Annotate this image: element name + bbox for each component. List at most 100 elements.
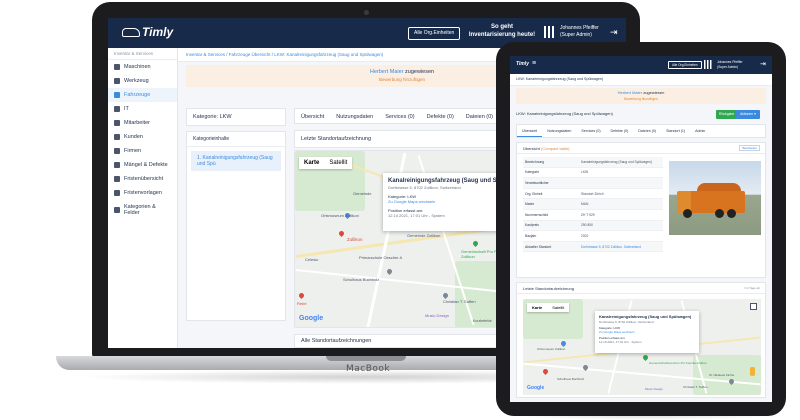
tablet-screen: Timly ≡ Alle Org.Einheiten Johannes Pfei… (510, 56, 772, 402)
tablet-assigned-user[interactable]: Herbert Maier (618, 90, 642, 95)
tab[interactable]: Nutzungsdaten (330, 109, 379, 123)
sidebar-item[interactable]: Kunden (108, 130, 177, 144)
tablet-user-menu[interactable]: Johannes Pfeiffer (Super Admin) (717, 60, 743, 69)
tab[interactable]: Services (0) (576, 125, 605, 137)
sidebar-item[interactable]: Fristenvorlagen (108, 186, 177, 200)
sidebar-item[interactable]: Fahrzeuge (108, 88, 177, 102)
hamburger-menu-icon[interactable]: ≡ (532, 60, 536, 67)
logout-icon[interactable]: ⇥ (760, 60, 766, 68)
sidebar-item[interactable]: Fristenübersicht (108, 172, 177, 186)
tablet-org-unit-button[interactable]: Alle Org.Einheiten (668, 61, 702, 69)
tab[interactable]: Defekte (0) (606, 125, 634, 137)
tablet-logo[interactable]: Timly (516, 61, 529, 67)
assigned-user[interactable]: Herbert Maier (370, 69, 404, 75)
sidebar-item-label: Kategorien & Felder (124, 204, 156, 216)
user-menu[interactable]: Johannes Pfeiffer (Super Admin) (560, 25, 599, 39)
sidebar-item[interactable]: Mitarbeiter (108, 116, 177, 130)
vehicle-location-pin[interactable] (471, 239, 480, 248)
sidebar-item[interactable]: Mängel & Defekte (108, 158, 177, 172)
map-label: Ortsmuseum Zollikon (537, 347, 566, 351)
tab[interactable]: Übersicht (295, 109, 330, 123)
map-marker[interactable] (337, 229, 346, 238)
sidebar-item[interactable]: IT (108, 102, 177, 116)
map-type-karte[interactable]: Karte (527, 303, 547, 312)
map-type-karte[interactable]: Karte (299, 157, 324, 169)
sidebar-item[interactable]: Werkzeug (108, 74, 177, 88)
tablet-map-info-popup: Kanalreinigungsfahrzeug (Saug und Spülwa… (595, 311, 699, 353)
pegman-icon[interactable] (750, 367, 755, 376)
return-button[interactable]: Rückgabe (716, 110, 738, 119)
tablet-breadcrumb[interactable]: LKW: Kanalreinigungsfahrzeug (Saug und S… (510, 74, 772, 86)
map-canvas[interactable]: Ortsmuseum Zollikon Gemeinde Zollikon Pr… (295, 151, 523, 327)
users-icon (114, 134, 120, 140)
org-unit-button[interactable]: Alle Org.Einheiten (408, 27, 461, 40)
map-type-satellit[interactable]: Satellit (547, 303, 569, 312)
user-icon (114, 120, 120, 126)
table-key: Aktueller Standort (525, 244, 552, 249)
qr-code-icon[interactable] (704, 60, 713, 69)
tab[interactable]: Admin (690, 125, 710, 137)
overview-badge: (Compact table) (541, 146, 570, 151)
tablet-location-card: Letzte Standortaufzeichnung Ort Tage ab (516, 282, 766, 398)
map-type-satellit[interactable]: Satellit (324, 157, 352, 169)
table-value[interactable]: Dorfstrasse 5, 8702 Zollikon, Switzerlan… (581, 245, 663, 249)
qr-code-icon[interactable] (544, 26, 556, 38)
tablet-map-canvas[interactable]: Ortsmuseum Zollikon Schulhaus Buchholz C… (523, 299, 761, 395)
tab[interactable]: Dateien (0) (460, 109, 499, 123)
category-panel: Kategorie: LKW Kategorieinhalte 1. Kanal… (186, 108, 286, 348)
sidebar-item-label: IT (124, 106, 129, 112)
tablet-location-header: Letzte Standortaufzeichnung Ort Tage ab (517, 283, 765, 294)
promo-text[interactable]: So geht Inventarisierung heute! (462, 23, 542, 39)
table-key: Bezeichnung (525, 159, 545, 164)
tab[interactable]: Nutzungsdaten (542, 125, 576, 137)
tab[interactable]: Übersicht (517, 125, 543, 137)
actions-button[interactable]: Aktionen ▾ (736, 110, 760, 119)
logout-icon[interactable]: ⇥ (610, 27, 618, 38)
tab[interactable]: Dateien (0) (633, 125, 661, 137)
location-map[interactable]: Ortsmuseum Zollikon Gemeinde Zollikon Pr… (294, 150, 524, 328)
map-marker[interactable] (297, 291, 306, 300)
vehicle-location-pin[interactable] (641, 353, 650, 362)
vehicle-photo[interactable] (669, 161, 761, 235)
truck-icon (114, 92, 120, 98)
google-logo: Google (299, 315, 323, 322)
sidebar-item[interactable]: Kategorien & Felder (108, 200, 177, 220)
monitor-icon (114, 106, 120, 112)
table-row: Nummernschild ZH T 929 (523, 210, 663, 221)
map-footer[interactable]: Kurzbefehle (473, 319, 492, 323)
tab[interactable]: Services (0) (379, 109, 420, 123)
sidebar-item-label: Mängel & Defekte (124, 162, 168, 168)
tab[interactable]: Standort (1) (661, 125, 690, 137)
tab[interactable]: Defekte (0) (421, 109, 460, 123)
edit-button[interactable]: Bearbeiten (739, 145, 760, 151)
logo[interactable]: Timly (122, 25, 182, 41)
tablet-assigned-suffix: zugewiesen (642, 90, 665, 95)
map-marker[interactable] (385, 267, 394, 276)
sidebar-item[interactable]: Firmen (108, 144, 177, 158)
clock-icon (114, 190, 120, 196)
map-label: Music Design (425, 313, 450, 318)
section-all-locations[interactable]: Alle Standortaufzeichnungen (294, 334, 524, 348)
tablet-notice-sub-link[interactable]: Bewerbung hinzufügen (516, 96, 766, 102)
category-list-title: Kategorieinhalte (187, 132, 285, 147)
table-value: Standort Zürich (581, 191, 604, 196)
sidebar-item-label: Fahrzeuge (124, 92, 151, 98)
map-marker[interactable] (541, 367, 550, 376)
map-marker[interactable] (559, 339, 568, 348)
sidebar-item-label: Werkzeug (124, 78, 149, 84)
map-marker[interactable] (441, 291, 450, 300)
category-list-item[interactable]: 1. Kanalreinigungsfahrzeug (Saug und Spü (191, 151, 281, 171)
popup-maps-link[interactable]: Zu Google Maps wechseln (599, 330, 695, 334)
tablet-location-map[interactable]: Ortsmuseum Zollikon Schulhaus Buchholz C… (523, 299, 761, 395)
fullscreen-icon[interactable] (750, 303, 757, 310)
tablet-map-type-toggle: Karte Satellit (527, 303, 570, 312)
map-label: Christian T. Suffen (683, 385, 708, 389)
sidebar-item[interactable]: Maschinen (108, 60, 177, 74)
table-key: Marke (525, 202, 535, 207)
sidebar-items: Maschinen Werkzeug Fahrzeuge IT Mitarbeiter K… (108, 60, 177, 220)
map-label: Ortsmuseum Zollikon (321, 213, 359, 218)
tools-icon (114, 78, 120, 84)
map-label: Christian T. Suffen (443, 299, 476, 304)
logo-text: Timly (142, 25, 174, 39)
table-row: Marke MAN (523, 199, 663, 210)
